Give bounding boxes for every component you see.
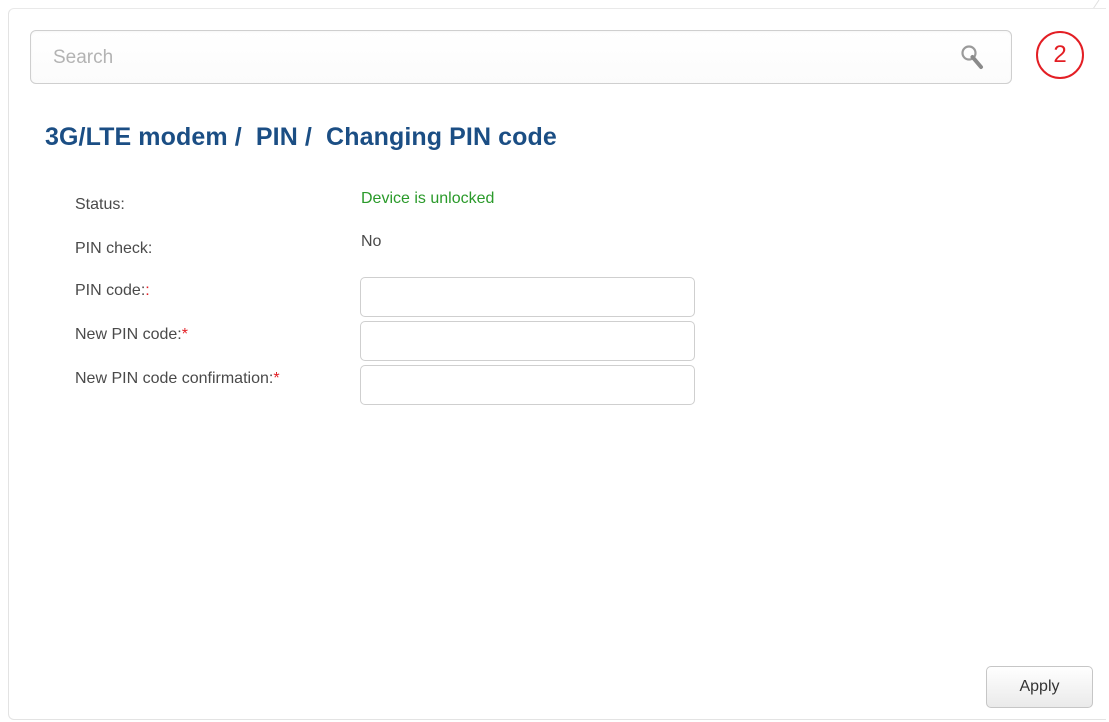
notification-indicator[interactable]: 2 <box>1036 31 1088 87</box>
search-icon[interactable] <box>959 43 987 71</box>
content-panel <box>8 8 1106 720</box>
new-pin-confirmation-label-text: New PIN code confirmation: <box>75 370 274 387</box>
new-pin-code-label: New PIN code:* <box>75 326 188 344</box>
pin-code-input[interactable] <box>360 277 695 317</box>
new-pin-code-input[interactable] <box>360 321 695 361</box>
required-marker: * <box>273 370 280 387</box>
pin-check-value: No <box>361 233 382 250</box>
page-title: 3G/LTE modem / PIN / Changing PIN code <box>45 123 557 151</box>
search-bar[interactable] <box>30 30 1012 85</box>
new-pin-confirmation-input[interactable] <box>360 365 695 405</box>
required-marker: * <box>181 326 188 343</box>
apply-button[interactable]: Apply <box>986 666 1093 708</box>
pin-code-label: PIN code:: <box>75 282 150 300</box>
pin-code-label-text: PIN code: <box>75 282 146 299</box>
page: 2 3G/LTE modem / PIN / Changing PIN code… <box>0 0 1109 722</box>
pin-check-label: PIN check: <box>75 240 153 257</box>
new-pin-code-label-text: New PIN code: <box>75 326 182 343</box>
pin-code-label-suffix: : <box>145 282 150 299</box>
status-value: Device is unlocked <box>361 190 495 207</box>
notification-count-badge[interactable]: 2 <box>1036 31 1084 79</box>
new-pin-confirmation-label: New PIN code confirmation:* <box>75 370 280 388</box>
search-input[interactable] <box>51 31 935 85</box>
status-label: Status: <box>75 196 125 213</box>
